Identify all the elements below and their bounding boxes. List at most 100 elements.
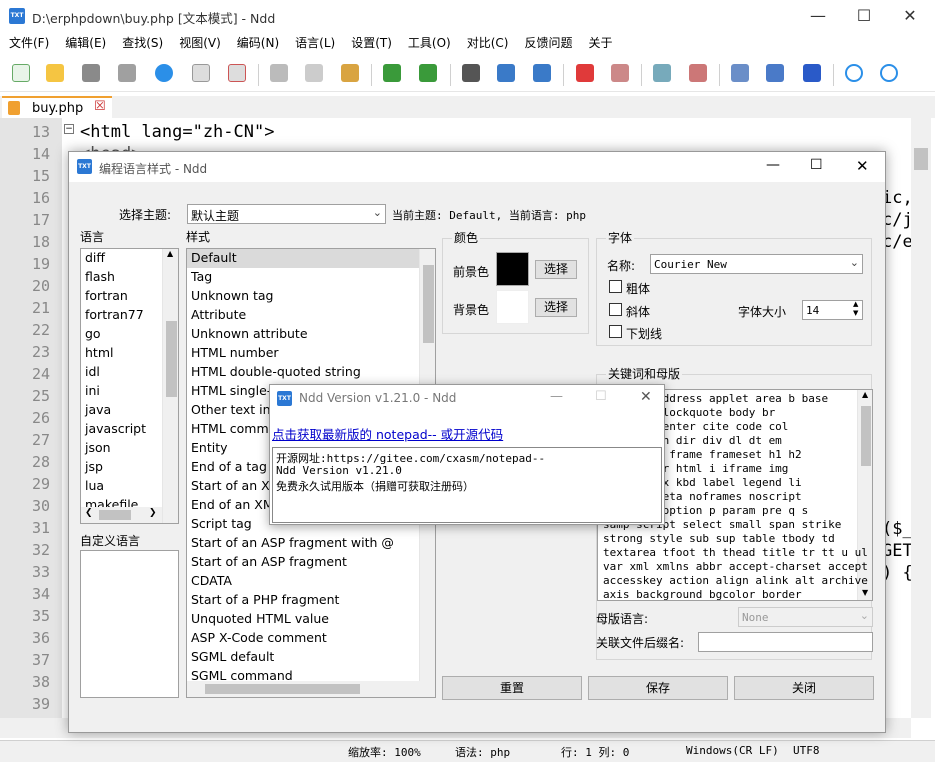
style-item[interactable]: Unknown tag (191, 288, 274, 303)
style-item[interactable]: Tag (191, 269, 212, 284)
scroll-up-icon[interactable]: ▲ (167, 249, 173, 258)
style-item[interactable]: Start of an XM (191, 478, 280, 493)
goto-icon[interactable] (533, 64, 551, 82)
language-item[interactable]: javascript (85, 421, 146, 436)
language-item[interactable]: jsp (85, 459, 103, 474)
clear-mark-icon[interactable] (611, 64, 629, 82)
scrollbar-thumb[interactable] (166, 321, 177, 397)
style-item[interactable]: Start of a PHP fragment (191, 592, 339, 607)
language-item[interactable]: fortran (85, 288, 128, 303)
style-item[interactable]: Start of an ASP fragment (191, 554, 347, 569)
menu-compare[interactable]: 对比(C) (458, 32, 516, 54)
style-item[interactable]: HTML comme (191, 421, 276, 436)
style-item[interactable]: End of a tag (191, 459, 267, 474)
language-list-scrollbar[interactable]: ▲ (162, 249, 178, 523)
scroll-down-icon[interactable]: ▼ (862, 588, 868, 597)
menu-feedback[interactable]: 反馈问题 (515, 32, 579, 54)
italic-checkbox[interactable] (609, 303, 622, 316)
ext-input[interactable] (698, 632, 873, 652)
scroll-right-icon[interactable]: ❯ (149, 508, 157, 518)
tab-buy-php[interactable]: buy.php ☒ (2, 96, 112, 118)
find-icon[interactable] (462, 64, 480, 82)
fold-icon[interactable]: − (64, 124, 74, 134)
language-item[interactable]: json (85, 440, 111, 455)
reset-button[interactable]: 重置 (442, 676, 582, 700)
save-all-icon[interactable] (118, 64, 136, 82)
save-icon[interactable] (82, 64, 100, 82)
word-wrap-icon[interactable] (731, 64, 749, 82)
spin-up-icon[interactable]: ▲ (853, 300, 858, 308)
scrollbar-thumb[interactable] (99, 510, 131, 520)
font-name-select[interactable]: Courier New ⌄ (650, 254, 863, 274)
menu-view[interactable]: 视图(V) (170, 32, 228, 54)
save-button[interactable]: 保存 (588, 676, 728, 700)
language-list-hscrollbar[interactable]: ❮ ❯ (81, 507, 162, 523)
bg-color-swatch[interactable] (496, 290, 529, 324)
language-item[interactable]: go (85, 326, 101, 341)
menu-language[interactable]: 语言(L) (286, 32, 342, 54)
editor-scrollbar[interactable] (911, 118, 931, 718)
indent-guide-icon[interactable] (803, 64, 821, 82)
menu-file[interactable]: 文件(F) (0, 32, 56, 54)
style-item[interactable]: Unquoted HTML value (191, 611, 329, 626)
paste-icon[interactable] (341, 64, 359, 82)
about-close-icon[interactable]: ✕ (640, 389, 652, 405)
scrollbar-thumb[interactable] (205, 684, 360, 694)
style-item[interactable]: SGML command (191, 668, 293, 683)
about-minimize-icon[interactable]: — (550, 389, 563, 404)
close-all-icon[interactable] (228, 64, 246, 82)
font-size-spinbox[interactable]: 14 ▲ ▼ (802, 300, 863, 320)
reload-icon[interactable] (155, 64, 173, 82)
menu-edit[interactable]: 编辑(E) (56, 32, 113, 54)
menu-tools[interactable]: 工具(O) (399, 32, 458, 54)
bold-checkbox[interactable] (609, 280, 622, 293)
about-maximize-icon[interactable]: ☐ (595, 389, 607, 404)
language-item[interactable]: idl (85, 364, 100, 379)
language-item[interactable]: java (85, 402, 111, 417)
undo-icon[interactable] (383, 64, 401, 82)
menu-encoding[interactable]: 编码(N) (228, 32, 286, 54)
zoom-out-icon[interactable] (689, 64, 707, 82)
fg-color-swatch[interactable] (496, 252, 529, 286)
language-item[interactable]: diff (85, 250, 105, 265)
style-item[interactable]: Unknown attribute (191, 326, 308, 341)
dialog-maximize-icon[interactable]: ☐ (810, 157, 823, 173)
scroll-left-icon[interactable]: ❮ (85, 508, 93, 518)
bg-select-button[interactable]: 选择 (535, 298, 577, 317)
scrollbar-thumb[interactable] (423, 265, 434, 343)
theme-select[interactable]: 默认主题 ⌄ (187, 204, 386, 224)
about-update-link[interactable]: 点击获取最新版的 notepad-- 或开源代码 (272, 424, 503, 443)
close-button[interactable]: 关闭 (734, 676, 874, 700)
style-item[interactable]: Start of an ASP fragment with @ (191, 535, 394, 550)
minimize-icon[interactable]: — (795, 0, 841, 32)
style-item[interactable]: Default (191, 250, 237, 265)
custom-language-list[interactable] (80, 550, 179, 698)
replace-icon[interactable] (497, 64, 515, 82)
show-symbols-icon[interactable] (766, 64, 784, 82)
zoom-in-icon[interactable] (653, 64, 671, 82)
menu-settings[interactable]: 设置(T) (342, 32, 399, 54)
language-item[interactable]: flash (85, 269, 115, 284)
style-item[interactable]: Entity (191, 440, 228, 455)
mark-icon[interactable] (576, 64, 594, 82)
close-file-icon[interactable] (192, 64, 210, 82)
fg-select-button[interactable]: 选择 (535, 260, 577, 279)
style-item[interactable]: End of an XM (191, 497, 274, 512)
scrollbar-thumb[interactable] (861, 406, 871, 466)
underline-checkbox[interactable] (609, 325, 622, 338)
style-item[interactable]: SGML default (191, 649, 274, 664)
menu-search[interactable]: 查找(S) (113, 32, 170, 54)
close-icon[interactable]: ✕ (887, 0, 933, 32)
style-item[interactable]: HTML double-quoted string (191, 364, 361, 379)
master-lang-select[interactable]: None ⌄ (738, 607, 873, 627)
style-item[interactable]: HTML number (191, 345, 279, 360)
style-item[interactable]: ASP X-Code comment (191, 630, 327, 645)
scroll-up-icon[interactable]: ▲ (862, 390, 868, 399)
redo-icon[interactable] (419, 64, 437, 82)
copy-icon[interactable] (305, 64, 323, 82)
prev-icon[interactable] (845, 64, 863, 82)
next-icon[interactable] (880, 64, 898, 82)
maximize-icon[interactable]: ☐ (841, 0, 887, 32)
language-item[interactable]: lua (85, 478, 104, 493)
scrollbar-thumb[interactable] (914, 148, 928, 170)
